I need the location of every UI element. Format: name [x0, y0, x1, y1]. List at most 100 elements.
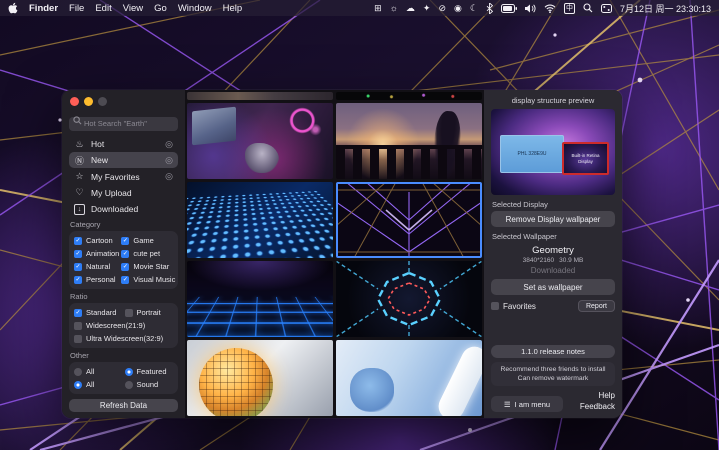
ratio-checkbox-ultra-widescreen[interactable]: Ultra Widescreen(32:9): [74, 333, 173, 344]
category-box: ✓ Cartoon ✓ Game ✓ Animation ✓ cute pet …: [69, 231, 178, 289]
wallpaper-thumbnail-kaleidoscope[interactable]: [336, 261, 482, 337]
windows-status-icon[interactable]: ⊞: [374, 4, 382, 13]
grid-plane: [187, 297, 333, 337]
category-checkbox-game[interactable]: ✓ Game: [121, 235, 175, 246]
compass-icon[interactable]: ⊘: [438, 4, 446, 13]
close-button[interactable]: [70, 97, 79, 106]
search-input[interactable]: [69, 117, 178, 131]
other-radio-sound[interactable]: Sound: [125, 379, 174, 390]
brightness-icon[interactable]: ☼: [390, 4, 398, 13]
panel-bottom-group: 1.1.0 release notes Recommend three frie…: [491, 345, 615, 412]
wallpaper-thumbnail-disco-ball[interactable]: [187, 340, 333, 416]
checkbox-label: Movie Star: [133, 262, 169, 271]
record-icon[interactable]: ◉: [454, 4, 462, 13]
favorites-checkbox-icon[interactable]: [491, 302, 499, 310]
sidebar-item-my-favorites[interactable]: ☆ My Favorites ◎: [69, 168, 178, 184]
i-am-menu-button[interactable]: ☰ I am menu: [491, 396, 563, 412]
ratio-checkbox-portrait[interactable]: Portrait: [125, 307, 174, 318]
sidebar-item-downloaded[interactable]: ↓ Downloaded: [69, 201, 178, 217]
radio-label: All: [86, 367, 94, 376]
radio-label: All: [86, 380, 94, 389]
ratio-checkbox-widescreen[interactable]: Widescreen(21:9): [74, 320, 173, 331]
sidebar-item-hot[interactable]: ♨ Hot ◎: [69, 136, 178, 152]
feedback-link[interactable]: Feedback: [580, 402, 615, 412]
assistant-icon[interactable]: ✦: [423, 4, 431, 13]
ratio-section-label: Ratio: [70, 292, 177, 301]
bluetooth-icon[interactable]: [486, 3, 493, 14]
builtin-display-rect[interactable]: Built-in Retina Display: [562, 142, 609, 175]
other-radio-all-2[interactable]: All: [74, 379, 123, 390]
menubar-app-name[interactable]: Finder: [29, 3, 58, 14]
category-checkbox-animation[interactable]: ✓ Animation: [74, 248, 119, 259]
checkbox-label: Standard: [86, 308, 116, 317]
wifi-icon[interactable]: [544, 4, 556, 13]
wallpaper-thumbnail-neon-grid-floor[interactable]: [187, 261, 333, 337]
release-notes-button[interactable]: 1.1.0 release notes: [491, 345, 615, 358]
category-checkbox-cartoon[interactable]: ✓ Cartoon: [74, 235, 119, 246]
external-display-rect[interactable]: PHL 328E9U: [500, 135, 564, 173]
menubar-item-file[interactable]: File: [69, 3, 84, 14]
sidebar-item-my-upload[interactable]: ♡ My Upload: [69, 185, 178, 201]
apple-logo-icon[interactable]: [8, 2, 18, 14]
help-link[interactable]: Help: [580, 391, 615, 401]
remove-display-wallpaper-button[interactable]: Remove Display wallpaper: [491, 211, 615, 227]
checkbox-icon: ✓: [121, 250, 129, 258]
minimize-button[interactable]: [84, 97, 93, 106]
checkbox-icon: ✓: [74, 309, 82, 317]
report-button[interactable]: Report: [578, 300, 615, 312]
wallpaper-thumbnail-cyberpunk-room[interactable]: [187, 103, 333, 179]
input-method-icon[interactable]: 中: [564, 3, 575, 14]
volume-icon[interactable]: [525, 4, 536, 13]
zoom-button[interactable]: [98, 97, 107, 106]
menu-button-label: I am menu: [515, 400, 550, 409]
promo-line-2: Can remove watermark: [493, 374, 613, 383]
battery-icon[interactable]: [501, 4, 517, 13]
checkbox-icon: ✓: [121, 237, 129, 245]
other-radio-featured[interactable]: Featured: [125, 366, 174, 377]
checkbox-label: Cartoon: [86, 236, 113, 245]
ratio-checkbox-standard[interactable]: ✓ Standard: [74, 307, 123, 318]
spotlight-search-icon[interactable]: [583, 3, 593, 13]
control-center-icon[interactable]: [601, 4, 612, 13]
menubar-item-help[interactable]: Help: [223, 3, 243, 14]
dot-plane: [187, 190, 333, 258]
set-as-wallpaper-button[interactable]: Set as wallpaper: [491, 279, 615, 295]
wallpaper-thumbnail-previous-right[interactable]: [336, 92, 482, 100]
menubar-item-edit[interactable]: Edit: [95, 3, 111, 14]
figure-shape: [350, 368, 394, 412]
download-icon: ↓: [74, 203, 85, 215]
cloud-icon[interactable]: ☁: [406, 4, 415, 13]
refresh-data-button[interactable]: Refresh Data: [69, 399, 178, 412]
category-checkbox-movie-star[interactable]: ✓ Movie Star: [121, 261, 175, 272]
room-window-shape: [192, 107, 236, 146]
sidebar-item-new[interactable]: Ⓝ New ◎: [69, 152, 178, 168]
wallpaper-thumbnail-bright-anime[interactable]: [336, 340, 482, 416]
eye-icon[interactable]: ◎: [165, 155, 173, 166]
wallpaper-thumbnail-balcony-silhouette[interactable]: [336, 103, 482, 179]
wallpaper-thumbnail-previous-left[interactable]: [187, 92, 333, 100]
do-not-disturb-icon[interactable]: ☾: [470, 4, 478, 13]
category-checkbox-personal[interactable]: ✓ Personal: [74, 274, 119, 285]
category-checkbox-visual-music[interactable]: ✓ Visual Music: [121, 274, 175, 285]
menubar-item-view[interactable]: View: [123, 3, 143, 14]
panel-title: display structure preview: [491, 96, 615, 105]
wallpaper-thumbnail-neon-geometry-selected[interactable]: [336, 182, 482, 258]
category-checkbox-cute-pet[interactable]: ✓ cute pet: [121, 248, 175, 259]
eye-icon[interactable]: ◎: [165, 139, 173, 150]
sidebar-item-label: Hot: [91, 139, 104, 149]
star-icon: ☆: [74, 171, 85, 182]
checkbox-label: Animation: [86, 249, 119, 258]
kaleidoscope-shapes: [336, 261, 482, 337]
checkbox-label: Game: [133, 236, 153, 245]
other-radio-all-1[interactable]: All: [74, 366, 123, 377]
menubar-item-go[interactable]: Go: [154, 3, 167, 14]
eye-icon[interactable]: ◎: [165, 171, 173, 182]
favorites-label: Favorites: [503, 302, 536, 311]
wallpaper-grid: [185, 90, 484, 418]
menubar-datetime[interactable]: 7月12日 周一 23:30:13: [620, 2, 711, 15]
other-section-label: Other: [70, 351, 177, 360]
category-checkbox-natural[interactable]: ✓ Natural: [74, 261, 119, 272]
wallpaper-thumbnail-blue-dot-wave[interactable]: [187, 182, 333, 258]
menubar-item-window[interactable]: Window: [178, 3, 212, 14]
right-panel: display structure preview PHL 328E9U Bui…: [484, 90, 622, 418]
